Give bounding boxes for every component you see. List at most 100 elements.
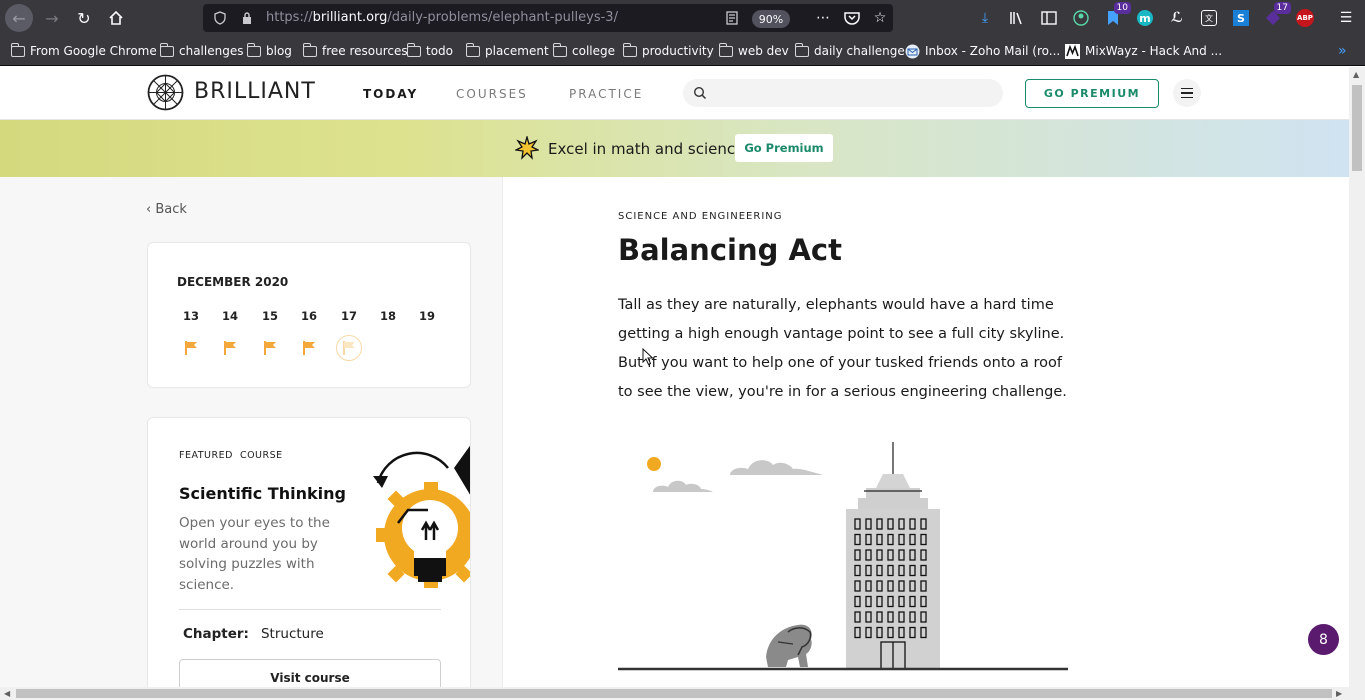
bookmark-folder[interactable]: productivity xyxy=(622,42,714,59)
hamburger-line xyxy=(1181,96,1193,99)
bookmark-folder[interactable]: placement xyxy=(465,42,549,59)
mail-icon xyxy=(905,44,920,58)
calendar-day[interactable]: 17 xyxy=(334,309,364,323)
horizontal-scrollbar[interactable]: ◀ ▶ xyxy=(0,687,1365,700)
calendar-day[interactable]: 16 xyxy=(294,309,324,323)
extension-s-icon[interactable]: S xyxy=(1231,8,1251,28)
site-header: BRILLIANT TODAY COURSES PRACTICE GO PREM… xyxy=(0,67,1349,120)
more-bookmarks-icon[interactable]: » xyxy=(1338,43,1347,59)
adblock-label: ABP xyxy=(1296,9,1314,27)
zoom-level[interactable]: 90% xyxy=(752,10,790,28)
mixwayz-icon xyxy=(1065,43,1080,59)
bookmark-folder[interactable]: web dev xyxy=(718,42,789,59)
url-path: /daily-problems/elephant-pulleys-3/ xyxy=(387,10,618,25)
bookmark-label: daily challenge xyxy=(814,44,905,58)
featured-course-card: FEATURED COURSE Scientific Thinking Open… xyxy=(147,417,471,687)
shield-icon[interactable] xyxy=(212,10,228,26)
lightbulb-gear-illustration xyxy=(373,445,470,588)
site-search[interactable] xyxy=(683,79,1003,107)
bookmark-label: blog xyxy=(266,44,292,58)
nav-today[interactable]: TODAY xyxy=(363,87,418,101)
scrollbar-thumb[interactable] xyxy=(16,689,1332,698)
visit-course-button[interactable]: Visit course xyxy=(179,659,441,687)
vertical-scrollbar[interactable]: ▲ xyxy=(1349,67,1365,687)
bookmark-label: college xyxy=(572,44,615,58)
url-bar[interactable]: https://brilliant.org/daily-problems/ele… xyxy=(203,4,893,32)
home-button[interactable] xyxy=(102,4,130,32)
search-icon xyxy=(693,86,707,100)
calendar-day[interactable]: 18 xyxy=(373,309,403,323)
bookmark-folder[interactable]: todo xyxy=(406,42,453,59)
pocket-icon[interactable] xyxy=(842,8,862,28)
flag-icon[interactable] xyxy=(217,335,243,361)
account-icon[interactable] xyxy=(1071,8,1091,28)
extension-m-icon[interactable]: m xyxy=(1135,8,1155,28)
back-button[interactable]: ← xyxy=(5,4,33,32)
bookmark-folder[interactable]: From Google Chrome xyxy=(10,42,157,59)
forward-button[interactable]: → xyxy=(38,4,66,32)
bookmark-folder[interactable]: daily challenge xyxy=(794,42,905,59)
more-actions-icon[interactable]: ⋯ xyxy=(813,8,833,28)
bookmark-label: Inbox - Zoho Mail (ro... xyxy=(925,44,1061,58)
nav-courses[interactable]: COURSES xyxy=(456,87,528,101)
bookmark-folder[interactable]: college xyxy=(552,42,615,59)
scroll-left-icon[interactable]: ◀ xyxy=(4,689,10,698)
library-icon[interactable] xyxy=(1007,8,1027,28)
folder-icon xyxy=(718,42,733,57)
featured-course-label: FEATURED COURSE xyxy=(179,450,283,461)
folder-icon xyxy=(406,42,421,57)
sidebar-icon[interactable] xyxy=(1039,8,1059,28)
bookmark-star-icon[interactable]: ☆ xyxy=(870,8,890,28)
flag-outline-icon[interactable] xyxy=(336,335,362,361)
bookmark-label: From Google Chrome xyxy=(30,44,157,58)
brilliant-logo-icon[interactable] xyxy=(147,74,184,111)
scroll-up-icon[interactable]: ▲ xyxy=(1353,70,1359,79)
problem-category: SCIENCE AND ENGINEERING xyxy=(618,211,783,222)
scrollbar-thumb[interactable] xyxy=(1352,85,1362,171)
go-premium-button[interactable]: GO PREMIUM xyxy=(1025,79,1159,108)
course-chapter: Chapter: Structure xyxy=(183,626,324,642)
extension-lt-icon[interactable]: ℒ xyxy=(1167,8,1187,28)
promo-go-premium-button[interactable]: Go Premium xyxy=(735,134,833,162)
folder-icon xyxy=(10,42,25,57)
flag-icon[interactable] xyxy=(178,335,204,361)
elephant-skyscraper-illustration xyxy=(618,442,1068,671)
scroll-right-icon[interactable]: ▶ xyxy=(1336,689,1342,698)
adblock-icon[interactable]: ABP xyxy=(1295,8,1315,28)
calendar-day[interactable]: 13 xyxy=(176,309,206,323)
bookmark-label: free resources xyxy=(322,44,408,58)
search-input[interactable] xyxy=(715,83,995,103)
download-icon[interactable]: ⤓ xyxy=(975,8,995,28)
flag-icon[interactable] xyxy=(296,335,322,361)
divider xyxy=(179,609,441,610)
calendar-day[interactable]: 14 xyxy=(215,309,245,323)
folder-icon xyxy=(159,42,174,57)
bookmark-link[interactable]: MixWayz - Hack And ... xyxy=(1065,43,1222,59)
lock-icon[interactable] xyxy=(239,10,255,26)
bookmark-label: productivity xyxy=(642,44,714,58)
promo-banner: Excel in math and science Go Premium xyxy=(0,120,1349,177)
reader-view-icon[interactable] xyxy=(724,10,740,26)
chat-notification-button[interactable]: 8 xyxy=(1308,624,1339,655)
starburst-icon xyxy=(515,136,539,160)
menu-icon[interactable]: ☰ xyxy=(1336,8,1356,28)
bookmark-folder[interactable]: blog xyxy=(246,42,292,59)
hamburger-menu-button[interactable] xyxy=(1173,79,1201,107)
back-link[interactable]: ‹ Back xyxy=(146,202,187,217)
bookmark-folder[interactable]: challenges xyxy=(159,42,243,59)
brand-name[interactable]: BRILLIANT xyxy=(194,79,316,104)
extension-bookmark-icon[interactable]: 10 xyxy=(1103,2,1131,28)
reload-button[interactable]: ↻ xyxy=(70,4,98,32)
extension-purple-icon[interactable]: 17 xyxy=(1263,2,1291,28)
extension-translate-icon[interactable]: 文 xyxy=(1199,8,1219,28)
bookmark-label: MixWayz - Hack And ... xyxy=(1085,44,1223,58)
course-title[interactable]: Scientific Thinking xyxy=(179,484,346,503)
calendar-day[interactable]: 15 xyxy=(255,309,285,323)
bookmark-folder[interactable]: free resources xyxy=(302,42,408,59)
bookmark-link[interactable]: Inbox - Zoho Mail (ro... xyxy=(905,43,1060,59)
calendar-day[interactable]: 19 xyxy=(412,309,442,323)
flag-icon[interactable] xyxy=(257,335,283,361)
reload-icon: ↻ xyxy=(77,8,91,28)
nav-practice[interactable]: PRACTICE xyxy=(569,87,643,101)
url-text[interactable]: https://brilliant.org/daily-problems/ele… xyxy=(266,10,618,25)
